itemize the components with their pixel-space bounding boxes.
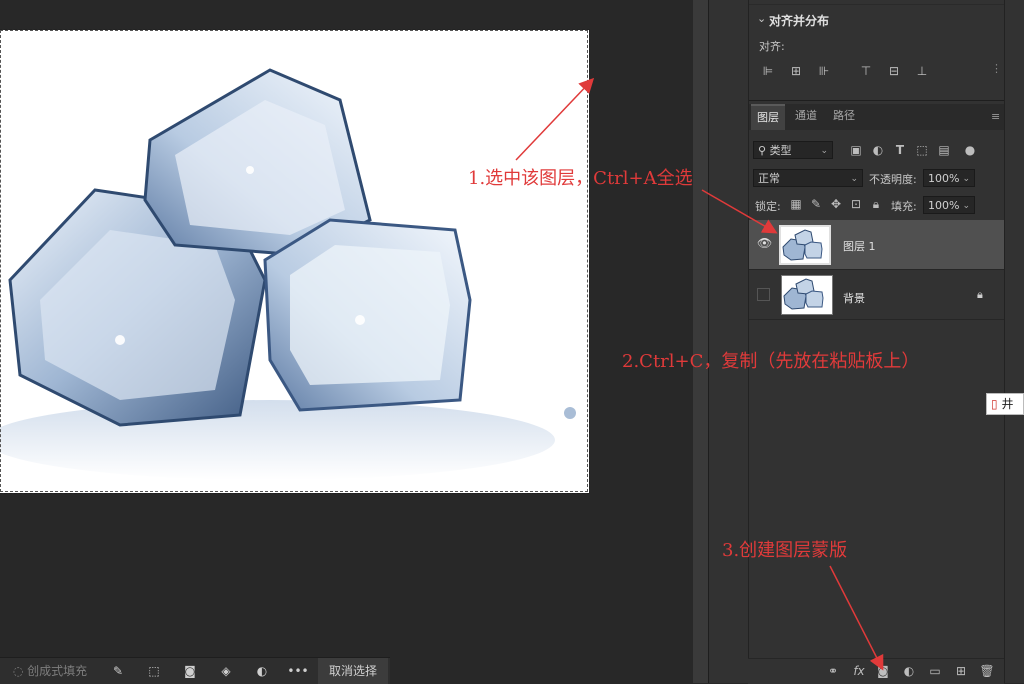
arrow-to-layer bbox=[701, 189, 778, 234]
arrow-to-canvas bbox=[515, 77, 595, 161]
annotation-arrows bbox=[515, 77, 884, 671]
arrow-to-mask-button bbox=[829, 565, 884, 671]
